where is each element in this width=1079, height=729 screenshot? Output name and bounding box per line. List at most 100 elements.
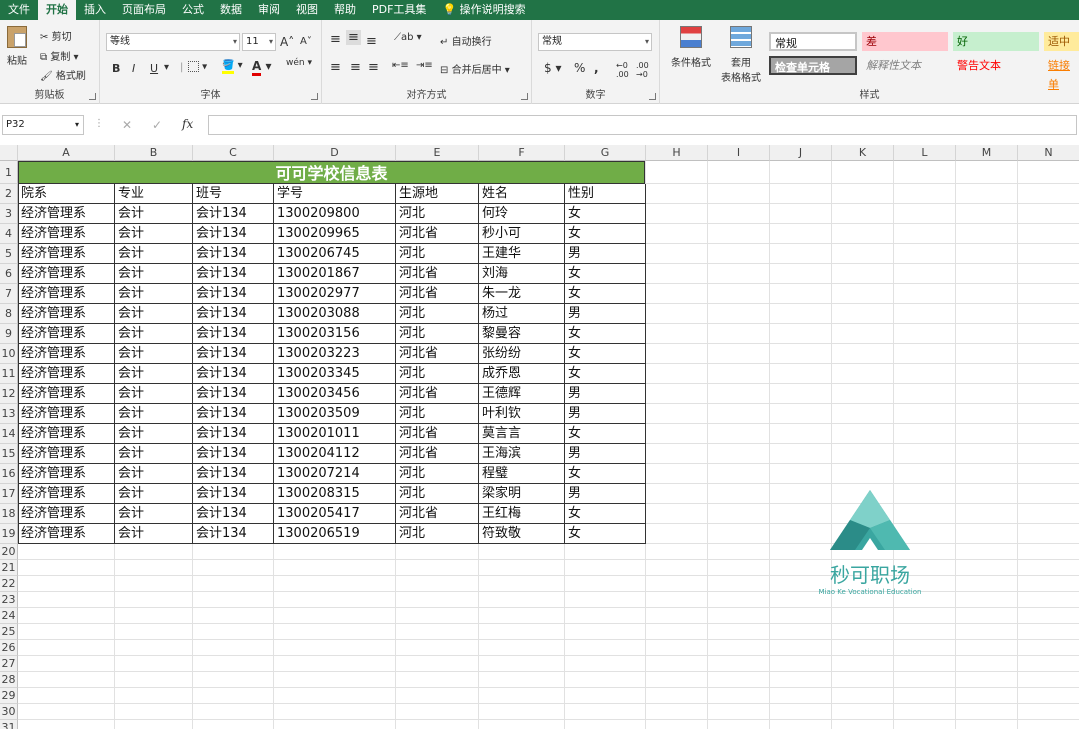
italic-button[interactable]: I (132, 62, 135, 75)
underline-button[interactable]: U (150, 62, 158, 75)
column-header-j[interactable]: J (770, 145, 832, 161)
table-cell[interactable]: 经济管理系 (18, 304, 114, 323)
table-cell[interactable]: 女 (565, 424, 645, 443)
copy-button[interactable]: ⧉ 复制 ▾ (40, 48, 79, 63)
header-cell[interactable]: 院系 (18, 184, 114, 203)
header-cell[interactable]: 学号 (274, 184, 395, 203)
table-cell[interactable]: 1300203456 (274, 384, 395, 403)
table-cell[interactable]: 会计134 (193, 504, 273, 523)
table-cell[interactable]: 男 (565, 444, 645, 463)
table-cell[interactable]: 经济管理系 (18, 404, 114, 423)
table-cell[interactable]: 河北省 (396, 424, 478, 443)
table-cell[interactable]: 经济管理系 (18, 324, 114, 343)
row-header-3[interactable]: 3 (0, 204, 18, 224)
table-cell[interactable]: 1300207214 (274, 464, 395, 483)
row-header-22[interactable]: 22 (0, 576, 18, 592)
table-cell[interactable]: 王红梅 (479, 504, 564, 523)
column-header-a[interactable]: A (18, 145, 115, 161)
row-header-28[interactable]: 28 (0, 672, 18, 688)
table-cell[interactable]: 会计 (115, 224, 192, 243)
table-cell[interactable]: 成乔恩 (479, 364, 564, 383)
wrap-text-button[interactable]: ↵ 自动换行 (440, 33, 492, 48)
table-cell[interactable]: 男 (565, 304, 645, 323)
column-header-m[interactable]: M (956, 145, 1018, 161)
table-cell[interactable]: 女 (565, 344, 645, 363)
decrease-indent-button[interactable]: ⇤≡ (392, 60, 409, 71)
header-cell[interactable]: 班号 (193, 184, 273, 203)
table-cell[interactable]: 女 (565, 284, 645, 303)
column-header-g[interactable]: G (565, 145, 646, 161)
table-cell[interactable]: 张纷纷 (479, 344, 564, 363)
align-right-button[interactable]: ≡ (368, 60, 379, 75)
tab-review[interactable]: 审阅 (250, 0, 288, 20)
table-cell[interactable]: 杨过 (479, 304, 564, 323)
underline-dropdown[interactable]: ▾ (164, 62, 169, 73)
table-cell[interactable]: 河北 (396, 304, 478, 323)
table-cell[interactable]: 1300209800 (274, 204, 395, 223)
column-header-d[interactable]: D (274, 145, 396, 161)
style-normal[interactable]: 常规 (769, 32, 857, 51)
row-header-13[interactable]: 13 (0, 404, 18, 424)
table-cell[interactable]: 刘海 (479, 264, 564, 283)
insert-function-icon[interactable]: fx (182, 117, 193, 131)
enter-icon[interactable]: ✓ (152, 118, 162, 132)
font-color-button[interactable]: A ▾ (252, 59, 272, 76)
row-header-26[interactable]: 26 (0, 640, 18, 656)
table-cell[interactable]: 经济管理系 (18, 444, 114, 463)
table-cell[interactable]: 1300209965 (274, 224, 395, 243)
table-cell[interactable]: 1300201011 (274, 424, 395, 443)
row-header-17[interactable]: 17 (0, 484, 18, 504)
table-cell[interactable]: 1300203345 (274, 364, 395, 383)
table-cell[interactable]: 河北省 (396, 344, 478, 363)
header-cell[interactable]: 姓名 (479, 184, 564, 203)
table-cell[interactable]: 河北省 (396, 224, 478, 243)
column-header-c[interactable]: C (193, 145, 274, 161)
font-name-combo[interactable]: 等线 ▾ (106, 33, 240, 51)
table-cell[interactable]: 会计 (115, 524, 192, 543)
table-cell[interactable]: 会计134 (193, 404, 273, 423)
top-align-button[interactable]: ≡ (330, 32, 341, 47)
table-cell[interactable]: 河北 (396, 324, 478, 343)
column-header-k[interactable]: K (832, 145, 894, 161)
table-cell[interactable]: 经济管理系 (18, 504, 114, 523)
table-cell[interactable]: 梁家明 (479, 484, 564, 503)
tab-insert[interactable]: 插入 (76, 0, 114, 20)
align-center-button[interactable]: ≡ (350, 60, 361, 75)
row-header-8[interactable]: 8 (0, 304, 18, 324)
table-cell[interactable]: 女 (565, 204, 645, 223)
style-neutral[interactable]: 适中 (1044, 32, 1079, 51)
style-linked[interactable]: 链接单 (1044, 56, 1079, 91)
table-cell[interactable]: 会计134 (193, 484, 273, 503)
table-cell[interactable]: 河北省 (396, 444, 478, 463)
table-cell[interactable]: 会计134 (193, 284, 273, 303)
row-header-23[interactable]: 23 (0, 592, 18, 608)
conditional-formatting-button[interactable]: 条件格式 (666, 26, 716, 69)
table-cell[interactable]: 女 (565, 264, 645, 283)
tab-pdf-tools[interactable]: PDF工具集 (364, 0, 434, 20)
table-cell[interactable]: 河北 (396, 404, 478, 423)
table-cell[interactable]: 1300201867 (274, 264, 395, 283)
row-header-4[interactable]: 4 (0, 224, 18, 244)
tab-help[interactable]: 帮助 (326, 0, 364, 20)
cut-button[interactable]: ✂ 剪切 (40, 28, 72, 43)
column-header-n[interactable]: N (1018, 145, 1079, 161)
alignment-launcher-icon[interactable] (521, 93, 528, 100)
number-launcher-icon[interactable] (649, 93, 656, 100)
table-cell[interactable]: 经济管理系 (18, 384, 114, 403)
table-cell[interactable]: 女 (565, 324, 645, 343)
table-cell[interactable]: 会计134 (193, 204, 273, 223)
row-header-20[interactable]: 20 (0, 544, 18, 560)
font-launcher-icon[interactable] (311, 93, 318, 100)
row-header-24[interactable]: 24 (0, 608, 18, 624)
increase-font-button[interactable]: A˄ (280, 35, 294, 49)
formula-input[interactable] (208, 115, 1077, 135)
table-cell[interactable]: 会计 (115, 444, 192, 463)
header-cell[interactable]: 专业 (115, 184, 192, 203)
align-left-button[interactable]: ≡ (330, 60, 341, 75)
table-cell[interactable]: 河北省 (396, 504, 478, 523)
style-bad[interactable]: 差 (862, 32, 948, 51)
table-cell[interactable]: 经济管理系 (18, 424, 114, 443)
table-cell[interactable]: 会计134 (193, 344, 273, 363)
table-cell[interactable]: 河北 (396, 364, 478, 383)
table-cell[interactable]: 朱一龙 (479, 284, 564, 303)
